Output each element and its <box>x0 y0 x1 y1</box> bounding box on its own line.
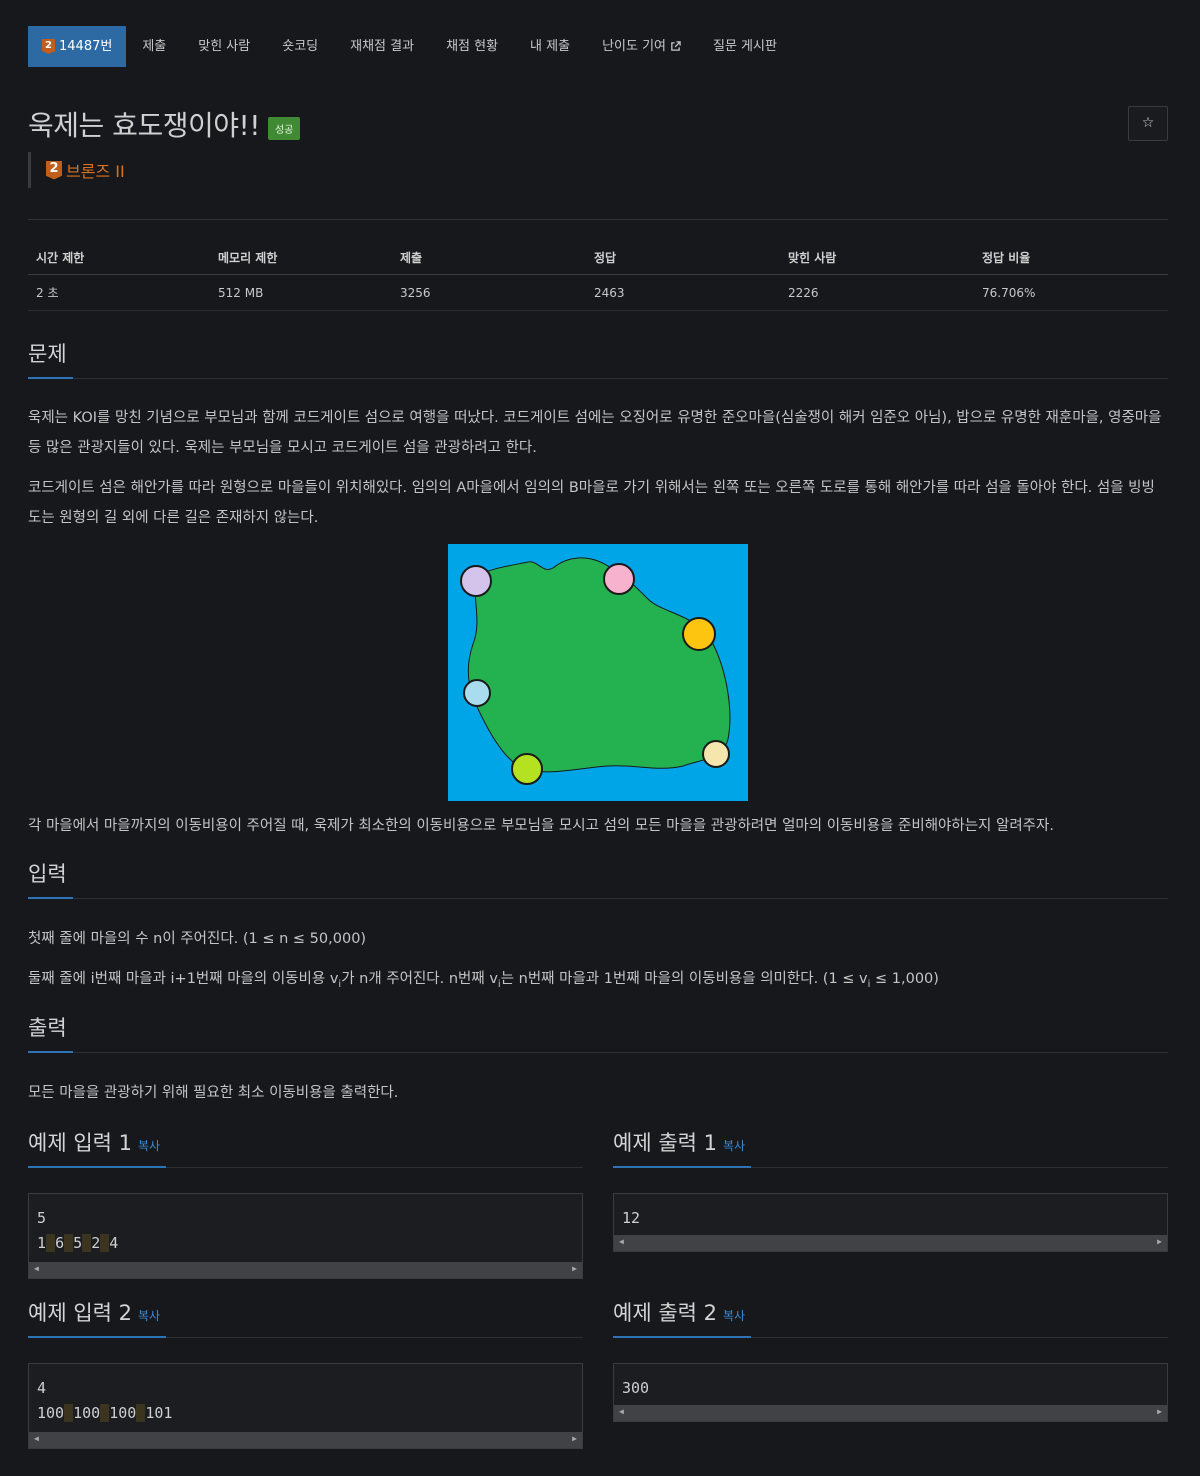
problem-description: 욱제는 KOI를 망친 기념으로 부모님과 함께 코드게이트 섬으로 여행을 떠… <box>28 410 1162 456</box>
section-title: 출력 <box>28 1013 73 1053</box>
star-button[interactable]: ☆ <box>1128 106 1168 141</box>
page-title: 욱제는 효도쟁이야!! <box>28 109 260 142</box>
nav-tab-solvers[interactable]: 맞힌 사람 <box>182 26 266 67</box>
nav-tab-label: 재채점 결과 <box>350 39 415 54</box>
section-header-problem: 문제 <box>28 339 1168 379</box>
village-marker <box>603 563 635 595</box>
problem-nav: 2 14487번 제출 맞힌 사람 숏코딩 재채점 결과 채점 현황 내 제출 … <box>28 26 793 67</box>
section-title: 문제 <box>28 339 73 379</box>
nav-tab-label: 채점 현황 <box>446 39 499 54</box>
village-marker <box>511 753 543 785</box>
sample-input-1-box[interactable]: 5 1 6 5 2 4 ◀ ▶ <box>28 1193 583 1279</box>
sample-input-2-header: 예제 입력 2 복사 <box>28 1298 583 1338</box>
table-header: 맞힌 사람 <box>788 250 837 265</box>
output-description: 모든 마을을 관광하기 위해 필요한 최소 이동비용을 출력한다. <box>28 1085 399 1101</box>
sample-output-2-box[interactable]: 300 ◀ ▶ <box>613 1363 1168 1422</box>
nav-tab-my-submissions[interactable]: 내 제출 <box>514 26 586 67</box>
star-icon: ☆ <box>1141 115 1155 131</box>
scroll-left-icon[interactable]: ◀ <box>619 1407 624 1416</box>
table-header: 메모리 제한 <box>218 250 278 265</box>
table-cell: 2 초 <box>36 286 59 300</box>
input-description: 둘째 줄에 i번째 마을과 i+1번째 마을의 이동비용 vi가 n개 주어진다… <box>28 971 939 990</box>
village-marker <box>463 679 491 707</box>
section-header-input: 입력 <box>28 859 1168 899</box>
nav-tab-difficulty[interactable]: 난이도 기여 <box>586 26 697 67</box>
divider <box>28 219 1168 220</box>
copy-button[interactable]: 복사 <box>723 1309 745 1323</box>
scroll-right-icon[interactable]: ▶ <box>572 1434 577 1443</box>
input-description: 첫째 줄에 마을의 수 n이 주어진다. (1 ≤ n ≤ 50,000) <box>28 931 367 947</box>
bronze-tier-icon: 2 <box>42 39 55 54</box>
nav-tab-submit[interactable]: 제출 <box>126 26 182 67</box>
nav-tab-problem[interactable]: 2 14487번 <box>28 26 127 67</box>
problem-description: 각 마을에서 마을까지의 이동비용이 주어질 때, 욱제가 최소한의 이동비용으… <box>28 818 1054 834</box>
table-header: 시간 제한 <box>36 250 85 265</box>
table-cell: 512 MB <box>218 285 264 300</box>
table-cell: 2463 <box>594 285 625 300</box>
scroll-right-icon[interactable]: ▶ <box>1157 1407 1162 1416</box>
title-row: 욱제는 효도쟁이야!! 성공 <box>28 104 301 144</box>
status-badge: 성공 <box>267 117 301 140</box>
nav-tab-board[interactable]: 질문 게시판 <box>697 26 793 67</box>
horizontal-scrollbar[interactable]: ◀ ▶ <box>614 1405 1167 1421</box>
horizontal-scrollbar[interactable]: ◀ ▶ <box>29 1262 582 1278</box>
nav-tab-label: 맞힌 사람 <box>198 39 251 54</box>
section-title: 예제 입력 1 <box>28 1131 132 1155</box>
table-row: 2 초 512 MB 3256 2463 2226 76.706% <box>28 275 1168 311</box>
problem-info-table: 시간 제한 메모리 제한 제출 정답 맞힌 사람 정답 비율 2 초 512 M… <box>28 240 1168 311</box>
section-title: 입력 <box>28 859 73 899</box>
sample-input-1-header: 예제 입력 1 복사 <box>28 1128 583 1168</box>
scroll-left-icon[interactable]: ◀ <box>619 1237 624 1246</box>
sample-output-2-header: 예제 출력 2 복사 <box>613 1298 1168 1338</box>
sample-output-1-box[interactable]: 12 ◀ ▶ <box>613 1193 1168 1252</box>
nav-tab-label: 14487번 <box>59 39 113 54</box>
nav-tab-short-coding[interactable]: 숏코딩 <box>266 26 334 67</box>
section-title: 예제 입력 2 <box>28 1301 132 1325</box>
table-header-row: 시간 제한 메모리 제한 제출 정답 맞힌 사람 정답 비율 <box>28 240 1168 275</box>
scroll-right-icon[interactable]: ▶ <box>1157 1237 1162 1246</box>
scroll-right-icon[interactable]: ▶ <box>572 1264 577 1273</box>
tier-label[interactable]: 브론즈 II <box>66 158 125 182</box>
nav-tab-label: 내 제출 <box>530 39 571 54</box>
nav-tab-label: 질문 게시판 <box>713 39 777 54</box>
copy-button[interactable]: 복사 <box>138 1139 160 1153</box>
section-title: 예제 출력 1 <box>613 1131 717 1155</box>
external-link-icon <box>671 41 681 51</box>
village-marker <box>460 565 492 597</box>
bronze-tier-icon: 2 <box>46 160 62 180</box>
scroll-left-icon[interactable]: ◀ <box>34 1434 39 1443</box>
section-header-output: 출력 <box>28 1013 1168 1053</box>
island-map-image <box>448 544 748 801</box>
nav-tab-label: 난이도 기여 <box>602 39 666 54</box>
village-marker <box>682 617 716 651</box>
horizontal-scrollbar[interactable]: ◀ ▶ <box>29 1432 582 1448</box>
table-header: 정답 비율 <box>982 250 1031 265</box>
section-title: 예제 출력 2 <box>613 1301 717 1325</box>
tier-row: 2 브론즈 II <box>28 152 125 188</box>
copy-button[interactable]: 복사 <box>723 1139 745 1153</box>
table-cell: 3256 <box>400 285 431 300</box>
nav-tab-label: 숏코딩 <box>282 39 319 54</box>
copy-button[interactable]: 복사 <box>138 1309 160 1323</box>
table-header: 제출 <box>400 250 423 265</box>
table-cell: 76.706% <box>982 285 1036 300</box>
table-header: 정답 <box>594 250 617 265</box>
nav-tab-status[interactable]: 채점 현황 <box>430 26 514 67</box>
scroll-left-icon[interactable]: ◀ <box>34 1264 39 1273</box>
nav-tab-rejudge[interactable]: 재채점 결과 <box>334 26 430 67</box>
table-cell: 2226 <box>788 285 819 300</box>
nav-tab-label: 제출 <box>142 39 167 54</box>
horizontal-scrollbar[interactable]: ◀ ▶ <box>614 1235 1167 1251</box>
village-marker <box>702 740 730 768</box>
sample-input-2-box[interactable]: 4 100 100 100 101 ◀ ▶ <box>28 1363 583 1449</box>
problem-description: 코드게이트 섬은 해안가를 따라 원형으로 마을들이 위치해있다. 임의의 A마… <box>28 480 1155 526</box>
sample-output-1-header: 예제 출력 1 복사 <box>613 1128 1168 1168</box>
